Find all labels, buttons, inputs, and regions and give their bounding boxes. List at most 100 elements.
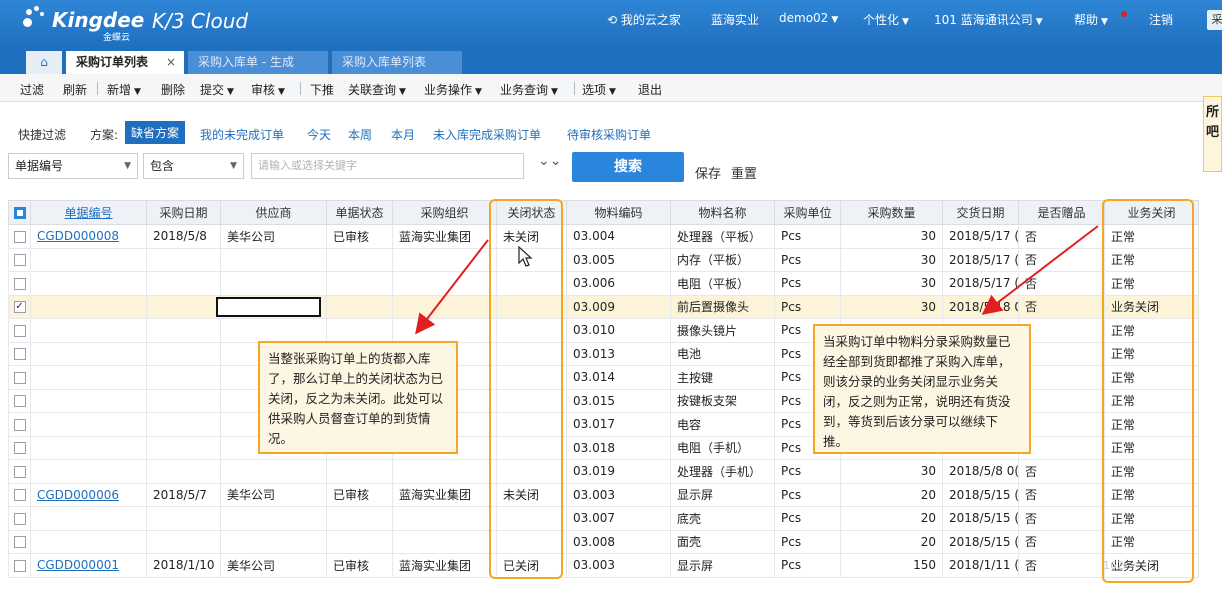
cell-bill[interactable]: CGDD000008 [30,224,147,249]
cell-bill[interactable] [30,388,147,413]
row-checkbox[interactable] [8,318,31,343]
checkbox-icon[interactable] [13,348,26,361]
row-checkbox[interactable] [8,435,31,460]
cell-bill[interactable] [30,341,147,366]
checkbox-icon[interactable] [13,395,26,408]
checkbox-icon[interactable] [13,371,26,384]
row-checkbox[interactable] [8,224,31,249]
submit-menu[interactable]: 提交 ▼ [200,81,234,98]
checkbox-icon[interactable] [13,230,26,243]
col-header[interactable]: 采购数量 [840,200,943,225]
tab-purchase-inbound-list[interactable]: 采购入库单列表 [332,51,462,74]
checkbox-icon[interactable] [13,465,26,478]
help-menu[interactable]: 帮助 ▼ [1074,11,1108,28]
col-header[interactable]: 物料名称 [670,200,775,225]
active-edit-cell[interactable] [216,297,321,317]
cell-bill[interactable] [30,435,147,460]
row-checkbox[interactable] [8,529,31,554]
edge-button[interactable]: 采 [1207,10,1222,30]
audit-menu[interactable]: 审核 ▼ [251,81,285,98]
cell-bill[interactable] [30,459,147,484]
row-checkbox[interactable] [8,482,31,507]
cell-bill[interactable] [30,529,147,554]
cell-bill[interactable] [30,271,147,296]
row-checkbox[interactable] [8,388,31,413]
plan-this-month[interactable]: 本月 [391,126,415,143]
plan-default[interactable]: 缺省方案 [125,121,186,144]
refresh-button[interactable]: 刷新 [63,81,87,98]
cell-bill[interactable]: CGDD000006 [30,482,147,507]
org-label[interactable]: 蓝海实业 [711,11,759,28]
select-all-checkbox[interactable] [8,200,31,225]
tab-purchase-order-list[interactable]: 采购订单列表 × [66,51,184,74]
search-field-select[interactable]: 单据编号 ▼ [8,153,138,179]
checkbox-icon[interactable] [13,489,26,502]
plan-my-unfinished[interactable]: 我的未完成订单 [200,126,284,143]
save-link[interactable]: 保存 [695,163,721,182]
plan-today[interactable]: 今天 [307,126,331,143]
table-row[interactable]: 03.007 底壳 Pcs 20 2018/5/15 (否正常 [8,506,1199,531]
cell-bill[interactable] [30,318,147,343]
new-menu[interactable]: 新增 ▼ [107,81,141,98]
cell-bill[interactable] [30,247,147,272]
col-header[interactable]: 采购单位 [774,200,841,225]
table-row[interactable]: 03.019 处理器（手机） Pcs 30 2018/5/8 0(否正常 [8,459,1199,484]
col-header[interactable]: 是否赠品 [1018,200,1105,225]
row-checkbox[interactable] [8,271,31,296]
biz-query-menu[interactable]: 业务查询 ▼ [500,81,558,98]
tab-home[interactable]: ⌂ [26,51,62,74]
cell-bill[interactable] [30,412,147,437]
expand-chevron-icon[interactable]: ⌄⌄ [538,153,561,169]
col-header[interactable]: 交货日期 [942,200,1019,225]
checkbox-icon[interactable] [13,442,26,455]
row-checkbox[interactable] [8,459,31,484]
row-checkbox[interactable] [8,506,31,531]
table-row[interactable]: 03.005 内存（平板） Pcs 30 2018/5/17 (否正常 [8,247,1199,272]
table-row[interactable]: ✓03.009前后置摄像头Pcs302018/5/18 0(否业务关闭 [8,294,1199,319]
close-icon[interactable]: × [166,51,176,74]
delete-button[interactable]: 删除 [161,81,185,98]
row-checkbox[interactable] [8,553,31,578]
checkbox-icon[interactable] [13,512,26,525]
row-checkbox[interactable] [8,412,31,437]
row-checkbox[interactable]: ✓ [8,294,31,319]
bill-number-link[interactable]: CGDD000008 [37,229,119,243]
table-row[interactable]: 03.006 电阻（平板） Pcs 30 2018/5/17 (否正常 [8,271,1199,296]
col-header[interactable]: 单据编号 [30,200,147,225]
exit-button[interactable]: 退出 [638,81,662,98]
search-operator-select[interactable]: 包含 ▼ [143,153,244,179]
row-checkbox[interactable] [8,365,31,390]
bill-number-link[interactable]: CGDD000006 [37,488,119,502]
table-row[interactable]: CGDD000006 2018/5/7 美华公司 已审核 蓝海实业集团 未关闭 03.003… [8,482,1199,507]
filter-button[interactable]: 过滤 [20,81,44,98]
biz-operation-menu[interactable]: 业务操作 ▼ [424,81,482,98]
search-button[interactable]: 搜索 [572,152,684,182]
checkbox-icon[interactable] [13,324,26,337]
table-row[interactable]: 03.008 面壳 Pcs 20 2018/5/15 (否正常 [8,529,1199,554]
user-menu[interactable]: demo02 ▼ [779,11,838,25]
col-header[interactable]: 物料编码 [566,200,671,225]
col-header[interactable]: 单据状态 [326,200,393,225]
reset-link[interactable]: 重置 [731,163,757,182]
bill-number-link[interactable]: CGDD000001 [37,558,119,572]
cell-bill[interactable] [30,506,147,531]
tab-purchase-inbound-generate[interactable]: 采购入库单 - 生成 [188,51,328,74]
plan-pending-audit[interactable]: 待审核采购订单 [567,126,651,143]
checkbox-icon[interactable] [13,254,26,267]
options-menu[interactable]: 选项 ▼ [582,81,616,98]
my-cloud-link[interactable]: ⟲ 我的云之家 [607,11,681,28]
logout-link[interactable]: 注销 [1149,11,1173,28]
col-header[interactable]: 采购日期 [146,200,221,225]
keyword-input[interactable]: 请输入或选择关键字 [251,153,524,179]
row-checkbox[interactable] [8,247,31,272]
checkbox-icon[interactable] [13,418,26,431]
checkbox-icon[interactable] [13,559,26,572]
cell-bill[interactable] [30,365,147,390]
cell-bill[interactable] [30,294,147,319]
personalize-menu[interactable]: 个性化 ▼ [863,11,909,28]
col-header[interactable]: 供应商 [220,200,327,225]
col-header[interactable]: 采购组织 [392,200,497,225]
linked-query-menu[interactable]: 关联查询 ▼ [348,81,406,98]
row-checkbox[interactable] [8,341,31,366]
company-menu[interactable]: 101 蓝海通讯公司 ▼ [934,11,1043,28]
